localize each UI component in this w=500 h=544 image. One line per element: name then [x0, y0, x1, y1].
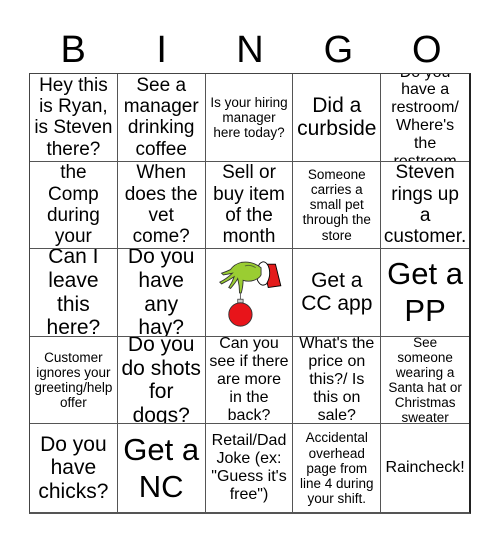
bingo-cell-n1[interactable]: Is your hiring manager here today?	[205, 74, 294, 162]
bingo-cell-b1[interactable]: Hey this is Ryan, is Steven there?	[30, 74, 118, 162]
bingo-cell-i4[interactable]: Do you do shots for dogs?	[117, 336, 206, 425]
bingo-cell-o5[interactable]: Raincheck!	[381, 424, 469, 512]
bingo-cell-n2[interactable]: Sell or buy item of the month	[205, 161, 294, 250]
bingo-cell-i3[interactable]: Do you have any hay?	[117, 249, 206, 337]
bingo-cell-g3[interactable]: Get a CC app	[293, 249, 382, 337]
bingo-cell-n4[interactable]: Can you see if there are more in the bac…	[205, 336, 294, 425]
header-letter-b: B	[60, 29, 86, 71]
bingo-cell-g1[interactable]: Did a curbside	[293, 74, 382, 162]
bingo-cell-o1[interactable]: Do you have a restroom/ Where's the rest…	[381, 74, 469, 162]
grinch-hand-ornament-icon	[218, 261, 281, 328]
bingo-cell-b5[interactable]: Do you have chicks?	[30, 424, 118, 512]
header-letter-n: N	[236, 29, 264, 71]
bingo-cell-i2[interactable]: When does the vet come?	[117, 161, 206, 250]
header-letter-g: G	[323, 29, 354, 71]
bingo-cell-g5[interactable]: Accidental overhead page from line 4 dur…	[293, 424, 382, 512]
bingo-cell-o3[interactable]: Get a PP	[381, 249, 469, 337]
bingo-cell-o4[interactable]: See someone wearing a Santa hat or Chris…	[381, 337, 469, 425]
bingo-cell-b4[interactable]: Customer ignores your greeting/help offe…	[30, 336, 118, 425]
bingo-cell-b2[interactable]: Stomp the Comp during your shift.	[30, 161, 118, 250]
bingo-free-space[interactable]	[205, 249, 294, 337]
header-letter-o: O	[412, 29, 442, 71]
header-letter-i: I	[156, 29, 167, 71]
bingo-cell-o2[interactable]: Steven rings up a customer.	[381, 162, 469, 250]
bingo-cell-b3[interactable]: Can I leave this here?	[30, 249, 118, 337]
bingo-cell-i1[interactable]: See a manager drinking coffee	[117, 74, 206, 162]
bingo-cell-g4[interactable]: What's the price on this?/ Is this on sa…	[293, 336, 382, 425]
bingo-cell-g2[interactable]: Someone carries a small pet through the …	[293, 161, 382, 250]
bingo-header: B I N G O	[29, 28, 471, 73]
bingo-board: Hey this is Ryan, is Steven there? See a…	[29, 73, 471, 514]
bingo-cell-n5[interactable]: Retail/Dad Joke (ex: "Guess it's free")	[206, 424, 294, 512]
bingo-cell-i5[interactable]: Get a NC	[118, 424, 206, 512]
